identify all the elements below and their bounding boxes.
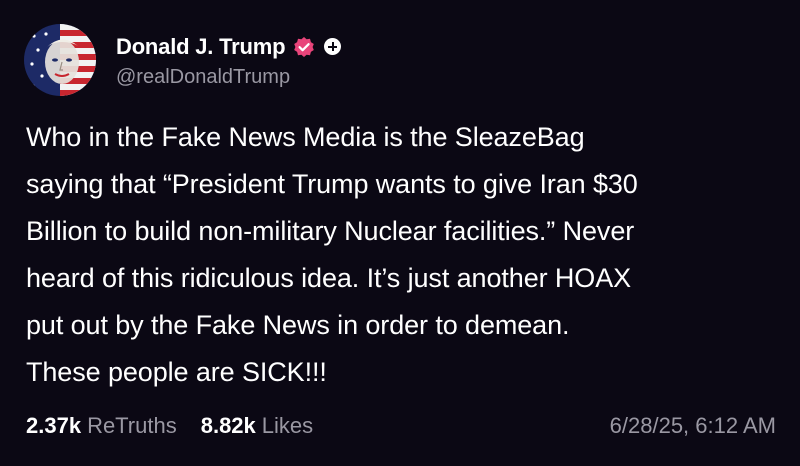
retruths-stat[interactable]: 2.37k ReTruths — [26, 413, 177, 439]
post-body-line: These people are SICK!!! — [26, 357, 327, 387]
avatar[interactable] — [24, 24, 96, 96]
post-body-line: Who in the Fake News Media is the Sleaze… — [26, 122, 585, 152]
post-body-line: heard of this ridiculous idea. It’s just… — [26, 263, 632, 293]
likes-label: Likes — [261, 413, 314, 438]
post-body-line: Billion to build non-military Nuclear fa… — [26, 216, 635, 246]
plus-icon[interactable] — [324, 38, 342, 55]
avatar-image — [24, 24, 96, 96]
post-footer: 2.37k ReTruths 8.82k Likes 6/28/25, 6:12… — [26, 410, 776, 442]
post-header: Donald J. Trump @realDonaldTrump — [24, 24, 342, 96]
retruths-label: ReTruths — [87, 413, 177, 438]
post-body: Who in the Fake News Media is the Sleaze… — [26, 114, 786, 396]
post-body-line: put out by the Fake News in order to dem… — [26, 310, 570, 340]
name-row: Donald J. Trump — [116, 32, 342, 62]
author-display-name[interactable]: Donald J. Trump — [116, 34, 286, 60]
post-timestamp[interactable]: 6/28/25, 6:12 AM — [610, 413, 776, 439]
likes-stat[interactable]: 8.82k Likes — [201, 413, 313, 439]
post-card: Donald J. Trump @realDonaldTrump Who in … — [0, 0, 800, 466]
verified-badge-icon — [293, 36, 315, 58]
likes-count: 8.82k — [200, 413, 256, 438]
post-body-line: saying that “President Trump wants to gi… — [26, 169, 638, 199]
retruths-count: 2.37k — [26, 413, 82, 438]
author-identity: Donald J. Trump @realDonaldTrump — [116, 32, 342, 89]
author-handle[interactable]: @realDonaldTrump — [116, 66, 341, 89]
